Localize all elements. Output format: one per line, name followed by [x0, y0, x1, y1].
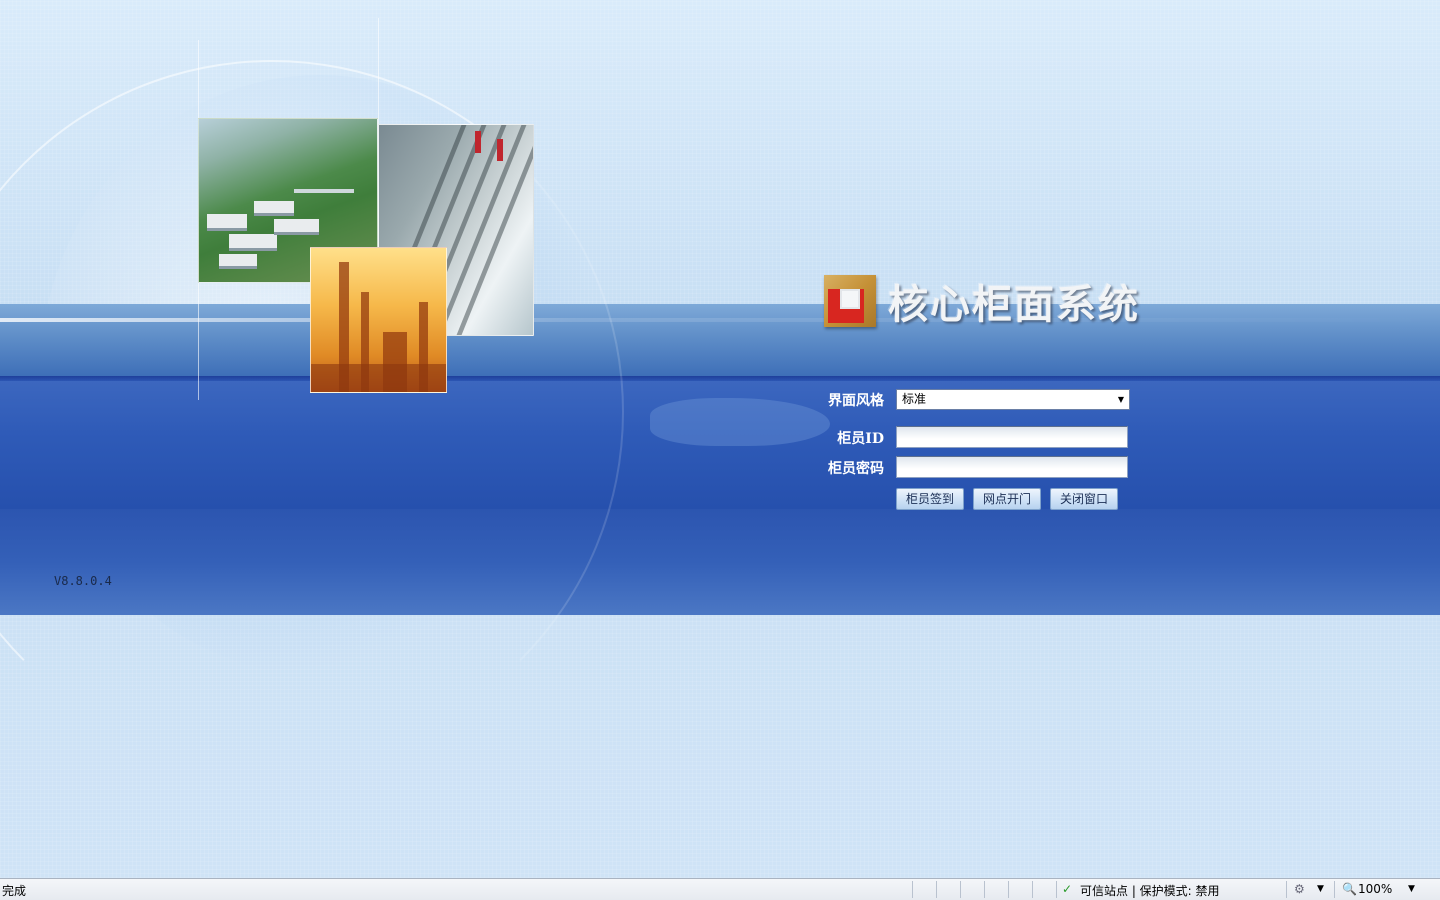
logo-white-block [840, 289, 860, 309]
style-select-value: 标准 [902, 392, 927, 406]
refinery-base [311, 364, 446, 392]
browser-statusbar: 完成 ✓ 可信站点 | 保护模式: 禁用 ⚙ ▼ 🔍 100% ▼ [0, 878, 1440, 900]
checkmark-icon: ✓ [1062, 882, 1073, 896]
password-label: 柜员密码 [828, 461, 884, 477]
teller-id-input[interactable] [896, 426, 1128, 448]
world-map-decoration [650, 398, 830, 446]
status-text: 完成 [2, 884, 27, 898]
open-branch-button[interactable]: 网点开门 [973, 488, 1041, 510]
bridge [294, 189, 354, 193]
close-window-button[interactable]: 关闭窗口 [1050, 488, 1118, 510]
chevron-down-icon[interactable]: ▼ [1408, 884, 1415, 894]
login-page: 核心柜面系统 界面风格 标准 ▼ 柜员ID 柜员密码 柜员签到 网点开门 关闭窗… [0, 0, 1440, 878]
security-zone[interactable]: 可信站点 | 保护模式: 禁用 [1080, 882, 1220, 899]
statusbar-divider [1008, 881, 1009, 898]
building [274, 219, 319, 235]
statusbar-divider [1286, 881, 1287, 898]
statusbar-divider [1032, 881, 1033, 898]
statusbar-divider [1056, 881, 1057, 898]
chevron-down-icon[interactable]: ▼ [1113, 390, 1129, 409]
statusbar-divider [1334, 881, 1335, 898]
popup-blocker-icon[interactable]: ⚙ [1294, 882, 1305, 896]
statusbar-divider [984, 881, 985, 898]
photo-refinery [310, 247, 447, 393]
building [229, 234, 277, 251]
building [254, 201, 294, 216]
crane [475, 131, 481, 153]
building [207, 214, 247, 231]
style-label: 界面风格 [828, 393, 884, 409]
zoom-level[interactable]: 100% [1358, 882, 1392, 896]
chevron-down-icon[interactable]: ▼ [1317, 884, 1324, 894]
version-label: V8.8.0.4 [54, 574, 112, 588]
building [219, 254, 257, 269]
sign-in-button[interactable]: 柜员签到 [896, 488, 964, 510]
zoom-icon[interactable]: 🔍 [1342, 882, 1357, 896]
crane [497, 139, 503, 161]
logo-icon [824, 275, 876, 327]
statusbar-divider [960, 881, 961, 898]
statusbar-divider [936, 881, 937, 898]
password-input[interactable] [896, 456, 1128, 478]
app-title: 核心柜面系统 [888, 282, 1140, 328]
app-logo: 核心柜面系统 [824, 273, 1140, 329]
style-select[interactable]: 标准 ▼ [896, 389, 1130, 410]
statusbar-divider [912, 881, 913, 898]
teller-id-label: 柜员ID [837, 431, 884, 447]
